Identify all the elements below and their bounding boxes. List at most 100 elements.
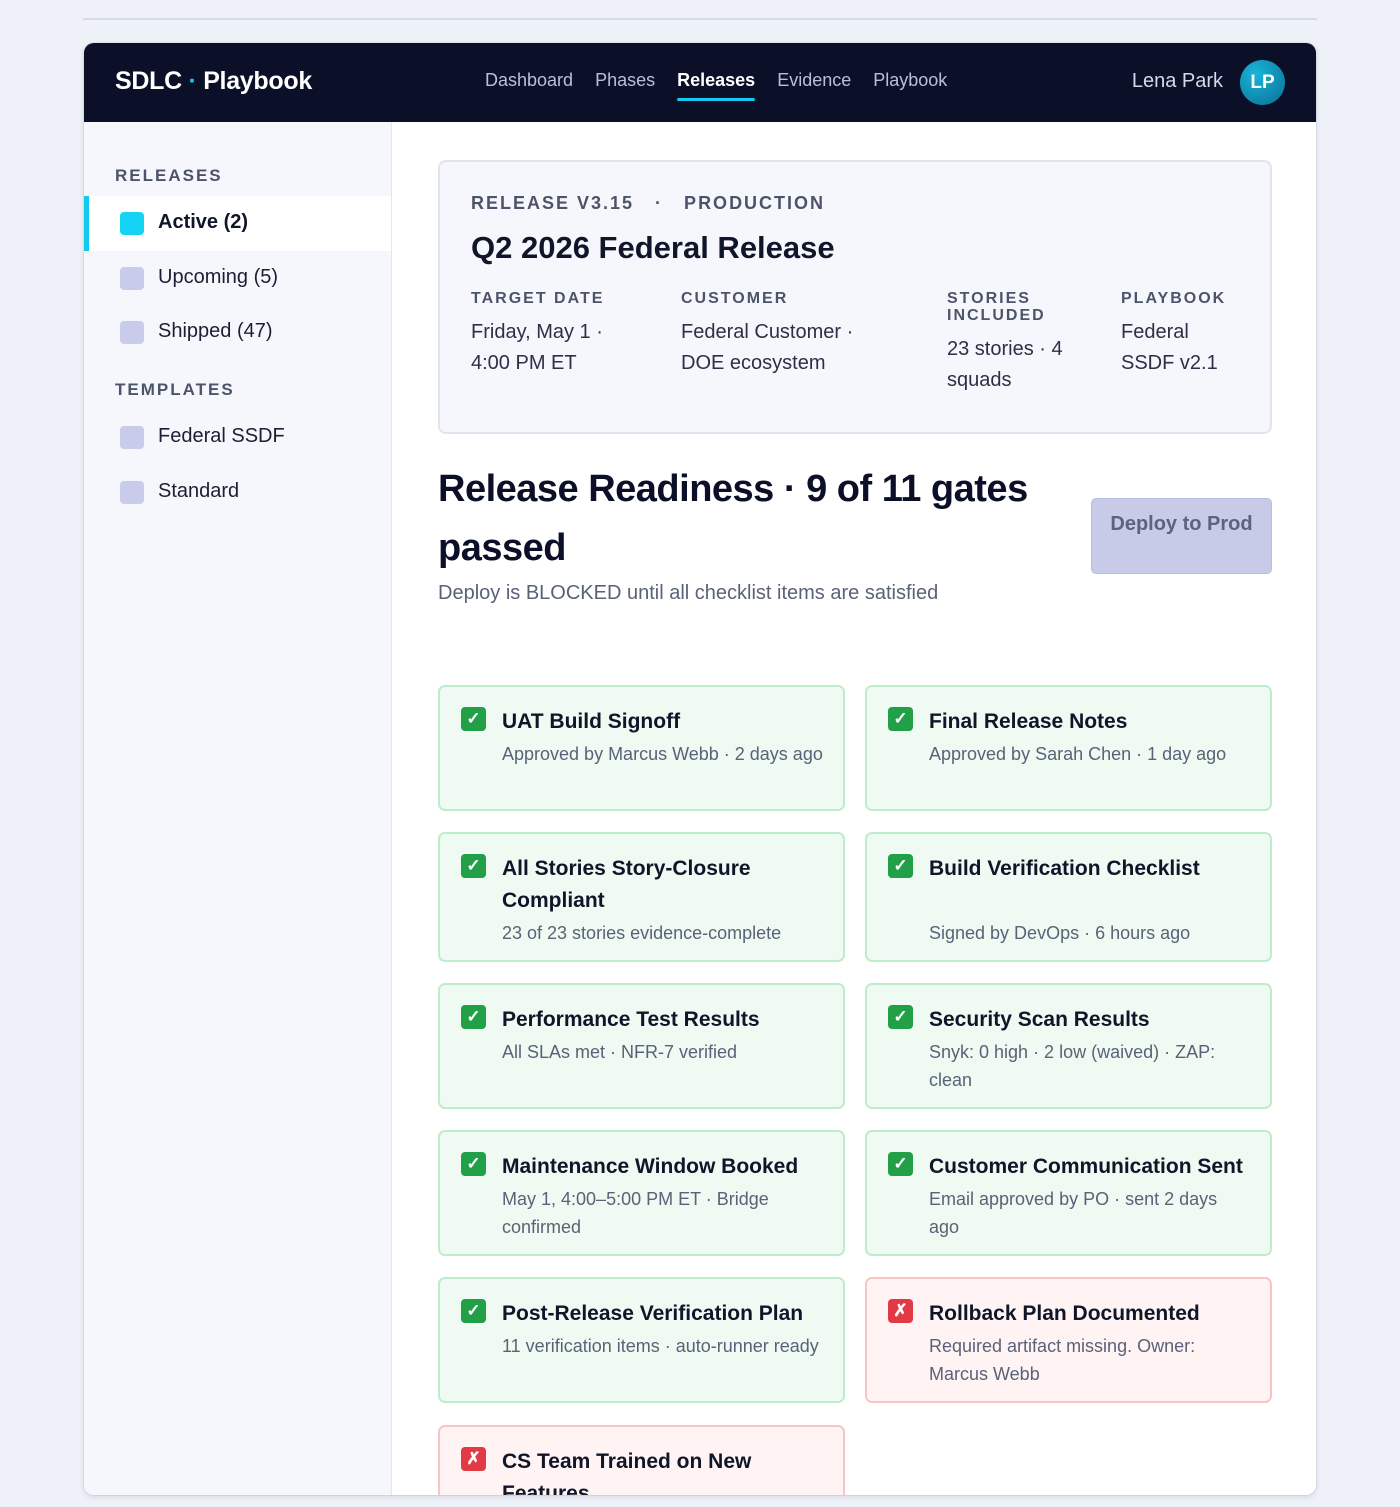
meta-value-line: Friday, May 1 · xyxy=(471,321,603,343)
gate-title: Security Scan Results xyxy=(929,1008,1150,1031)
releases-heading: RELEASES xyxy=(115,166,223,185)
gate-detail: Email approved by PO · sent 2 days ago xyxy=(929,1189,1218,1237)
meta-customer: CUSTOMER Federal Customer · DOE ecosyste… xyxy=(681,290,911,379)
gate-detail: Snyk: 0 high · 2 low (waived) · ZAP: cle… xyxy=(929,1042,1216,1090)
x-icon: ✗ xyxy=(888,1299,913,1323)
status-square-icon xyxy=(120,321,144,344)
top-nav-bar: SDLC · Playbook Dashboard Phases Release… xyxy=(84,43,1316,122)
gate-title: Build Verification Checklist xyxy=(929,857,1200,880)
gate-detail: Approved by Marcus Webb · 2 days ago xyxy=(502,744,823,764)
gate-title: CS Team Trained on New Features xyxy=(502,1450,752,1495)
nav-releases[interactable]: Releases xyxy=(677,43,756,122)
template-square-icon xyxy=(120,426,144,449)
gate-detail: 11 verification items · auto-runner read… xyxy=(502,1336,819,1356)
gate-title: Maintenance Window Booked xyxy=(502,1155,799,1178)
gate-card[interactable]: ✓ Security Scan Results Snyk: 0 high · 2 l… xyxy=(865,983,1272,1109)
sidebar-item-shipped[interactable]: Shipped (47) xyxy=(84,305,391,360)
deploy-button[interactable]: Deploy to Prod xyxy=(1091,498,1272,574)
sidebar-item-upcoming[interactable]: Upcoming (5) xyxy=(84,251,391,306)
check-icon: ✓ xyxy=(461,1299,486,1323)
main-content: RELEASE V3.15 · PRODUCTION Q2 2026 Feder… xyxy=(393,122,1316,1495)
gate-card[interactable]: ✓ Performance Test Results All SLAs met · … xyxy=(438,983,845,1109)
gate-card[interactable]: ✓ Post-Release Verification Plan 11 verifi… xyxy=(438,1277,845,1403)
user-name[interactable]: Lena Park xyxy=(1132,70,1223,93)
sidebar-item-standard[interactable]: Standard xyxy=(84,465,391,520)
sidebar-item-label: Shipped (47) xyxy=(158,320,273,342)
gate-detail: Signed by DevOps · 6 hours ago xyxy=(929,923,1191,943)
gate-title: Rollback Plan Documented xyxy=(929,1302,1200,1325)
gate-title: Performance Test Results xyxy=(502,1008,760,1031)
x-icon: ✗ xyxy=(461,1447,486,1471)
meta-value-line: 4:00 PM ET xyxy=(471,352,577,374)
brand-separator: · xyxy=(181,67,204,95)
gate-detail: Required artifact missing. Owner: Marcus… xyxy=(929,1336,1196,1384)
meta-value-line: SSDF v2.1 xyxy=(1121,352,1218,374)
sidebar-item-federal-ssdf[interactable]: Federal SSDF xyxy=(84,410,391,465)
sidebar: RELEASES Active (2) Upcoming (5) Shipped… xyxy=(84,122,392,1495)
gate-card[interactable]: ✗CS Team Trained on New FeaturesTraining… xyxy=(438,1425,845,1495)
meta-label: CUSTOMER xyxy=(681,290,789,307)
meta-playbook: PLAYBOOK Federal SSDF v2.1 xyxy=(1121,290,1251,379)
gate-detail: 23 of 23 stories evidence-complete xyxy=(502,923,782,943)
template-square-icon xyxy=(120,481,144,504)
sidebar-item-label: Active (2) xyxy=(158,211,249,233)
meta-target-date: TARGET DATE Friday, May 1 · 4:00 PM ET xyxy=(471,290,651,379)
gate-detail: All SLAs met · NFR-7 verified xyxy=(502,1042,738,1062)
gate-title: Customer Communication Sent xyxy=(929,1155,1243,1178)
gate-title: Post-Release Verification Plan xyxy=(502,1302,804,1325)
templates-heading: TEMPLATES xyxy=(115,380,235,399)
check-icon: ✓ xyxy=(888,1005,913,1029)
meta-label: PLAYBOOK xyxy=(1121,290,1227,307)
release-eyebrow: RELEASE V3.15 · PRODUCTION xyxy=(471,193,826,213)
sidebar-item-label: Federal SSDF xyxy=(158,425,285,447)
release-title: Q2 2026 Federal Release xyxy=(471,230,835,265)
meta-value-line: DOE ecosystem xyxy=(681,352,826,374)
sidebar-item-active[interactable]: Active (2) xyxy=(84,196,391,251)
check-icon: ✓ xyxy=(461,707,486,731)
check-icon: ✓ xyxy=(461,1005,486,1029)
gate-title: All Stories Story-Closure Compliant xyxy=(502,857,751,912)
gate-title: UAT Build Signoff xyxy=(502,710,681,733)
status-square-icon xyxy=(120,212,144,235)
gate-card[interactable]: ✓ Build Verification Checklist Signed by D… xyxy=(865,832,1272,962)
meta-label: TARGET DATE xyxy=(471,290,605,307)
nav-evidence[interactable]: Evidence xyxy=(777,43,851,122)
check-icon: ✓ xyxy=(888,1152,913,1176)
meta-value-line: Federal Customer · xyxy=(681,321,854,343)
meta-value-line: 23 stories · 4 xyxy=(947,338,1063,360)
brand-logo[interactable]: SDLC · Playbook xyxy=(115,67,312,96)
gate-card[interactable]: ✓ Customer Communication Sent Email approv… xyxy=(865,1130,1272,1256)
release-summary-card: RELEASE V3.15 · PRODUCTION Q2 2026 Feder… xyxy=(438,160,1272,434)
gate-card[interactable]: ✓ All Stories Story-Closure Compliant 23 o… xyxy=(438,832,845,962)
nav-dashboard[interactable]: Dashboard xyxy=(485,43,573,122)
gate-card[interactable]: ✗ Rollback Plan Documented Required artifa… xyxy=(865,1277,1272,1403)
nav-playbook[interactable]: Playbook xyxy=(873,43,947,122)
app-window: SDLC · Playbook Dashboard Phases Release… xyxy=(84,43,1316,1495)
meta-value-line: squads xyxy=(947,369,1012,391)
meta-label: INCLUDED xyxy=(947,307,1046,324)
gate-card[interactable]: ✓ UAT Build Signoff Approved by Marcus Web… xyxy=(438,685,845,811)
sidebar-item-label: Standard xyxy=(158,480,240,502)
avatar[interactable]: LP xyxy=(1240,60,1285,105)
gate-detail: Approved by Sarah Chen · 1 day ago xyxy=(929,744,1227,764)
gate-card[interactable]: ✓ Maintenance Window Booked May 1, 4:00–5:… xyxy=(438,1130,845,1256)
readiness-subtitle: Deploy is BLOCKED until all checklist it… xyxy=(438,582,939,604)
check-icon: ✓ xyxy=(461,854,486,878)
readiness-heading: Release Readiness · 9 of 11 gates passed xyxy=(438,468,1028,569)
meta-value-line: Federal xyxy=(1121,321,1189,343)
brand-name: SDLC xyxy=(115,67,182,95)
gate-title: Final Release Notes xyxy=(929,710,1128,733)
check-icon: ✓ xyxy=(888,854,913,878)
top-divider xyxy=(83,18,1317,20)
check-icon: ✓ xyxy=(888,707,913,731)
sidebar-item-label: Upcoming (5) xyxy=(158,266,279,288)
meta-stories: STORIES INCLUDED 23 stories · 4 squads xyxy=(947,290,1097,396)
check-icon: ✓ xyxy=(461,1152,486,1176)
gate-detail: May 1, 4:00–5:00 PM ET · Bridge confirme… xyxy=(502,1189,769,1237)
nav-phases[interactable]: Phases xyxy=(595,43,655,122)
main-nav: Dashboard Phases Releases Evidence Playb… xyxy=(485,43,969,122)
brand-product: Playbook xyxy=(203,67,312,95)
meta-label: STORIES xyxy=(947,290,1031,307)
status-square-icon xyxy=(120,267,144,290)
gate-card[interactable]: ✓ Final Release Notes Approved by Sarah Ch… xyxy=(865,685,1272,811)
